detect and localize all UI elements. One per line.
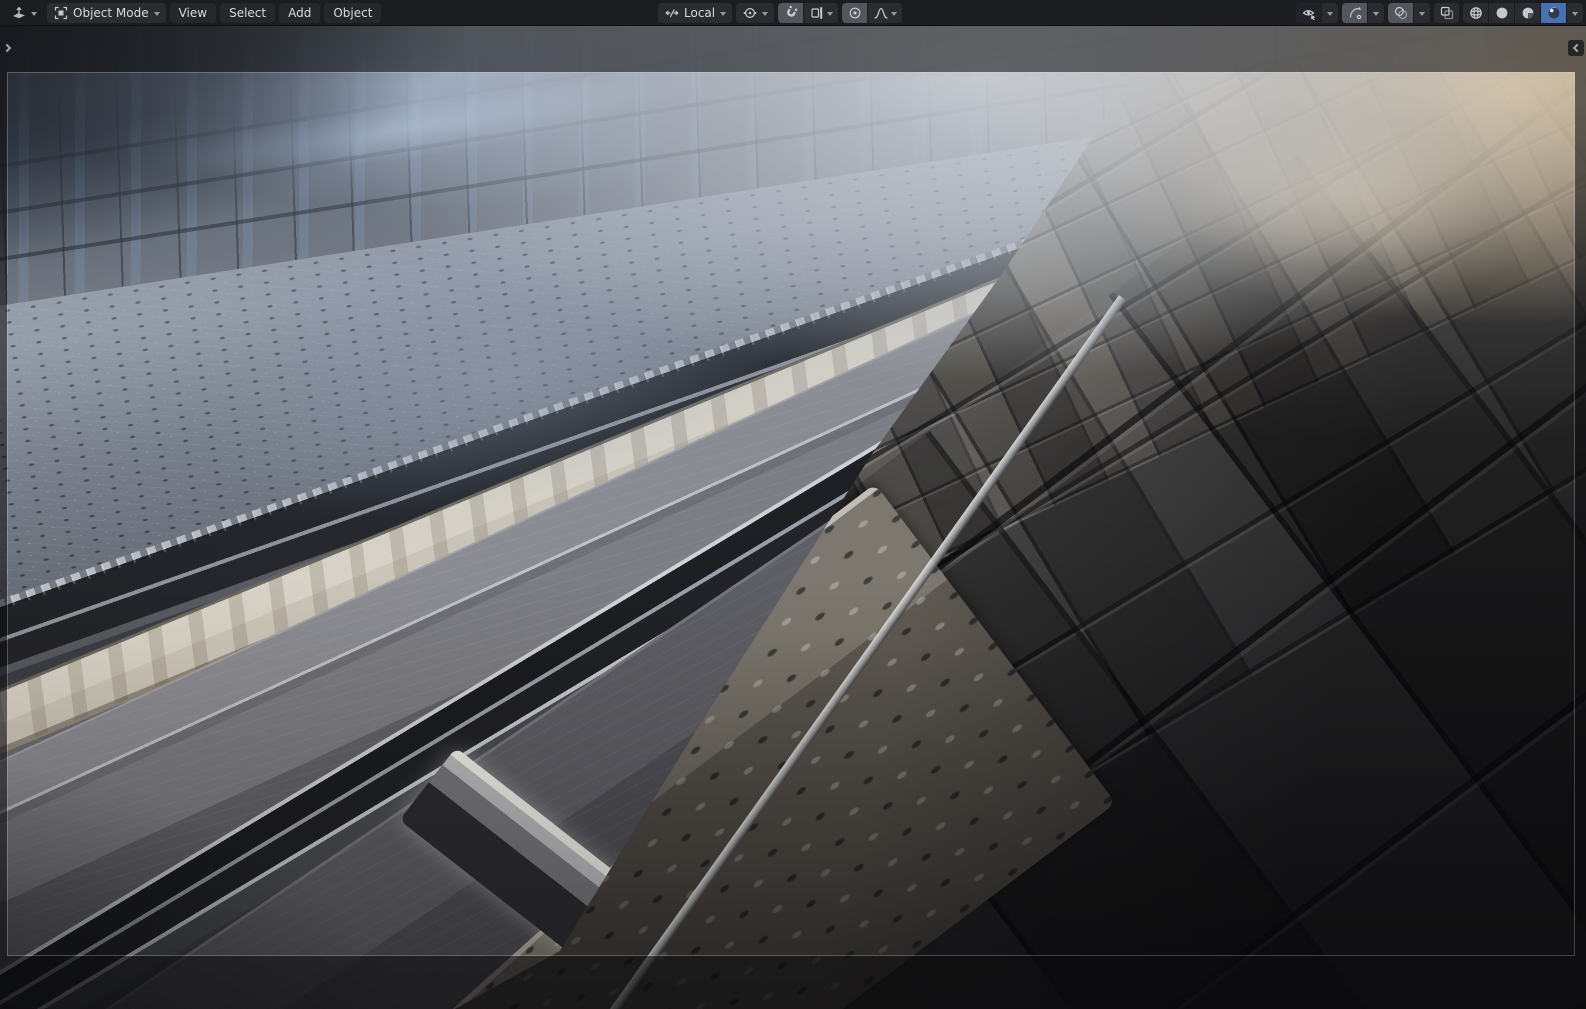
shading-rendered-button[interactable] xyxy=(1541,3,1566,23)
object-visibility-dropdown[interactable] xyxy=(1322,3,1338,23)
chevron-down-icon xyxy=(153,11,160,16)
menu-view[interactable]: View xyxy=(169,3,217,23)
shading-wireframe-button[interactable] xyxy=(1463,3,1488,23)
mode-label: Object Mode xyxy=(73,6,149,20)
chevron-down-icon xyxy=(762,11,769,16)
overlays-dropdown[interactable] xyxy=(1414,3,1430,23)
proportional-group xyxy=(842,3,903,23)
chevron-down-icon xyxy=(720,11,727,16)
xray-icon xyxy=(1439,6,1454,21)
chevron-down-icon xyxy=(827,11,834,16)
chevron-right-icon xyxy=(2,43,12,53)
shading-dropdown[interactable] xyxy=(1567,3,1583,23)
object-visibility-group xyxy=(1296,3,1338,23)
chevron-down-icon xyxy=(1373,11,1379,16)
chevron-down-icon xyxy=(891,11,898,16)
overlays-group xyxy=(1388,3,1430,23)
xray-toggle[interactable] xyxy=(1434,3,1459,23)
proportional-falloff-dropdown[interactable] xyxy=(868,3,903,23)
shading-solid-button[interactable] xyxy=(1489,3,1514,23)
header-right-group xyxy=(1296,0,1583,26)
wireframe-sphere-icon xyxy=(1468,6,1483,21)
gizmos-toggle[interactable] xyxy=(1342,3,1367,23)
menu-object[interactable]: Object xyxy=(324,3,382,23)
chevron-down-icon xyxy=(1572,11,1578,16)
snap-toggle[interactable] xyxy=(778,3,804,23)
viewport-header: Object Mode View Select Add Object Local xyxy=(0,0,1586,26)
sidebar-expand-button[interactable] xyxy=(1568,40,1584,56)
menu-select[interactable]: Select xyxy=(220,3,276,23)
scene-warm-highlight xyxy=(1120,96,1550,286)
header-left-group: Object Mode View Select Add Object xyxy=(5,0,382,26)
menu-add[interactable]: Add xyxy=(279,3,321,23)
editor-3d-viewport-icon xyxy=(11,6,26,21)
falloff-curve-icon xyxy=(873,6,888,21)
proportional-editing-toggle[interactable] xyxy=(842,3,868,23)
solid-sphere-icon xyxy=(1494,6,1509,21)
orientation-label: Local xyxy=(684,6,716,20)
chevron-down-icon xyxy=(1419,11,1425,16)
snapping-group xyxy=(778,3,839,23)
3d-viewport[interactable] xyxy=(0,26,1586,1009)
overlays-toggle[interactable] xyxy=(1388,3,1413,23)
chevron-left-icon xyxy=(1572,43,1582,53)
shading-material-button[interactable] xyxy=(1515,3,1540,23)
transform-orientation-icon xyxy=(664,6,679,21)
object-mode-icon xyxy=(53,6,68,21)
magnet-icon xyxy=(783,5,798,21)
gizmos-group xyxy=(1342,3,1384,23)
transform-orientation-dropdown[interactable]: Local xyxy=(658,3,733,23)
rendered-sphere-icon xyxy=(1546,6,1561,21)
snap-with-icon xyxy=(809,6,824,21)
shading-mode-group xyxy=(1463,3,1583,23)
proportional-editing-icon xyxy=(847,6,862,21)
chevron-down-icon xyxy=(31,11,37,16)
mode-selector[interactable]: Object Mode xyxy=(47,3,166,23)
pivot-point-icon xyxy=(742,6,757,21)
chevron-down-icon xyxy=(1327,11,1333,16)
object-visibility-icon xyxy=(1301,6,1316,21)
header-center-group: Local xyxy=(658,0,903,26)
toolbar-expand-button[interactable] xyxy=(0,40,16,56)
pivot-point-dropdown[interactable] xyxy=(736,3,775,23)
gizmos-dropdown[interactable] xyxy=(1368,3,1384,23)
overlays-icon xyxy=(1393,6,1408,21)
material-sphere-icon xyxy=(1520,6,1535,21)
object-visibility-button[interactable] xyxy=(1296,3,1321,23)
snap-with-dropdown[interactable] xyxy=(804,3,839,23)
gizmo-icon xyxy=(1347,6,1362,21)
editor-type-button[interactable] xyxy=(5,3,43,23)
